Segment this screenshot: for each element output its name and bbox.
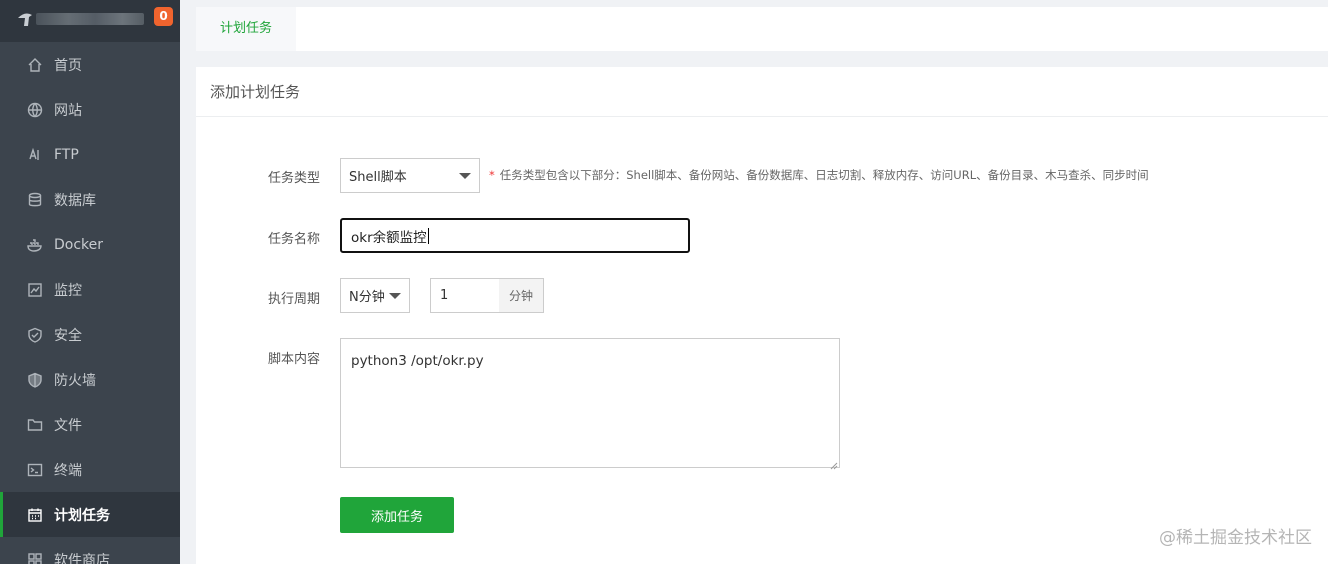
sidebar-item-label: 首页 [54, 57, 82, 74]
logo-area[interactable]: 0 [0, 0, 180, 42]
task-name-label: 任务名称 [268, 232, 321, 247]
watermark: @稀土掘金技术社区 [1159, 528, 1312, 548]
sidebar-item-label: 网站 [54, 102, 82, 119]
notification-badge[interactable]: 0 [154, 7, 173, 26]
folder-icon [26, 416, 44, 434]
sidebar-item-monitor[interactable]: 监控 [0, 267, 180, 312]
sidebar-item-files[interactable]: 文件 [0, 402, 180, 447]
sidebar-item-label: 监控 [54, 282, 82, 299]
sidebar-item-security[interactable]: 安全 [0, 312, 180, 357]
terminal-icon [26, 461, 44, 479]
sidebar-item-label: 安全 [54, 327, 82, 344]
chevron-down-icon [459, 172, 471, 179]
task-type-select[interactable]: Shell脚本 [340, 158, 480, 193]
ftp-icon [26, 146, 44, 164]
task-type-hint-text: 任务类型包含以下部分：Shell脚本、备份网站、备份数据库、日志切割、释放内存、… [499, 168, 1149, 182]
period-unit: 分钟 [499, 278, 544, 313]
period-minutes-value: 1 [440, 288, 449, 303]
tab-bar: 计划任务 [196, 7, 1328, 51]
sidebar-item-cron[interactable]: 计划任务 [0, 492, 180, 537]
sidebar-item-label: Docker [54, 236, 104, 253]
script-textarea[interactable]: python3 /opt/okr.py [340, 338, 840, 470]
sidebar-item-label: 数据库 [54, 192, 96, 209]
sidebar-item-label: 文件 [54, 417, 82, 434]
calendar-icon [26, 506, 44, 524]
script-value: python3 /opt/okr.py [351, 353, 484, 369]
sidebar-item-label: 防火墙 [54, 372, 96, 389]
task-name-value: okr余额监控 [351, 229, 427, 246]
sidebar-item-label: FTP [54, 146, 79, 163]
add-task-button[interactable]: 添加任务 [340, 497, 454, 533]
script-label: 脚本内容 [268, 352, 321, 367]
database-icon [26, 191, 44, 209]
task-type-value: Shell脚本 [349, 170, 407, 185]
docker-icon [26, 236, 44, 254]
period-label: 执行周期 [268, 292, 321, 307]
panel-title: 添加计划任务 [196, 67, 1328, 117]
tab-cron[interactable]: 计划任务 [196, 7, 296, 51]
logo-icon [16, 10, 34, 28]
sidebar-item-terminal[interactable]: 终端 [0, 447, 180, 492]
grid-icon [26, 551, 44, 564]
sidebar-item-label: 软件商店 [54, 552, 110, 564]
sidebar-item-website[interactable]: 网站 [0, 87, 180, 132]
period-type-select[interactable]: N分钟 [340, 278, 410, 313]
globe-icon [26, 101, 44, 119]
shield-check-icon [26, 326, 44, 344]
sidebar-item-firewall[interactable]: 防火墙 [0, 357, 180, 402]
sidebar-item-store[interactable]: 软件商店 [0, 537, 180, 564]
period-minutes-input[interactable]: 1 [430, 278, 500, 313]
sidebar-item-docker[interactable]: Docker [0, 222, 180, 267]
sidebar-item-database[interactable]: 数据库 [0, 177, 180, 222]
blurred-server-name [36, 13, 144, 25]
sidebar-item-home[interactable]: 首页 [0, 42, 180, 87]
home-icon [26, 56, 44, 74]
task-name-input[interactable]: okr余额监控 [340, 218, 690, 253]
sidebar: 0 首页 网站 FTP 数据库 Docker 监控 安全 防火墙 文件 终端 计… [0, 0, 180, 564]
required-star: * [489, 168, 495, 182]
add-cron-panel: 添加计划任务 任务类型 Shell脚本 * 任务类型包含以下部分：Shell脚本、… [196, 67, 1328, 564]
task-type-hint: * 任务类型包含以下部分：Shell脚本、备份网站、备份数据库、日志切割、释放内存… [489, 167, 1149, 183]
text-cursor [427, 227, 429, 244]
shield-icon [26, 371, 44, 389]
sidebar-item-label: 终端 [54, 462, 82, 479]
task-type-label: 任务类型 [268, 171, 321, 186]
sidebar-item-label: 计划任务 [54, 507, 110, 524]
resize-handle-icon[interactable] [830, 458, 838, 470]
period-type-value: N分钟 [349, 290, 385, 305]
sidebar-item-ftp[interactable]: FTP [0, 132, 180, 177]
monitor-icon [26, 281, 44, 299]
chevron-down-icon [389, 292, 401, 299]
